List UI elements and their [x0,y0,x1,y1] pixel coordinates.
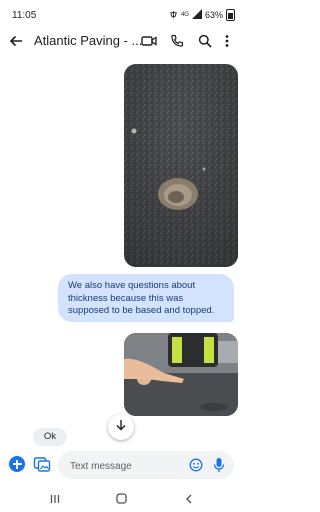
status-icons: 4G 63% [169,9,235,21]
arrow-down-icon [115,418,127,436]
composer-bar [0,448,243,482]
gallery-icon[interactable] [33,455,51,478]
status-time: 11:05 [12,10,37,21]
home-icon[interactable] [116,491,127,509]
battery-icon [226,9,235,21]
message-bubble-outgoing[interactable]: We also have questions about thickness b… [58,274,234,322]
add-icon[interactable] [9,456,25,472]
mic-icon[interactable] [212,457,226,478]
battery-percent: 63% [204,10,223,20]
signal-icon [191,9,202,21]
message-image-pothole[interactable] [124,64,238,267]
emoji-icon[interactable] [189,458,203,477]
message-input[interactable] [68,457,187,475]
search-icon[interactable] [198,34,212,53]
back-nav-icon[interactable] [184,491,194,509]
conversation-title[interactable]: Atlantic Paving - ... [34,33,142,48]
back-arrow-icon[interactable] [8,33,24,54]
message-input-container[interactable] [58,451,234,479]
mute-icon [169,10,178,21]
recents-icon[interactable] [50,491,60,509]
app-bar: Atlantic Paving - ... [0,30,243,56]
message-text: Ok [43,431,57,442]
network-label: 4G [180,12,189,18]
message-image-hand[interactable] [124,333,238,416]
message-bubble-incoming[interactable]: Ok [33,428,67,446]
video-call-icon[interactable] [141,34,157,53]
phone-icon[interactable] [170,34,184,53]
more-vert-icon[interactable] [224,34,230,53]
scroll-to-bottom-button[interactable] [108,414,134,440]
photo-pothole-icon [124,64,238,267]
message-text: We also have questions about thickness b… [68,280,215,316]
photo-hand-pointing-icon [124,333,238,416]
system-nav-bar [0,482,243,512]
status-bar: 11:05 4G 63% [0,0,243,30]
